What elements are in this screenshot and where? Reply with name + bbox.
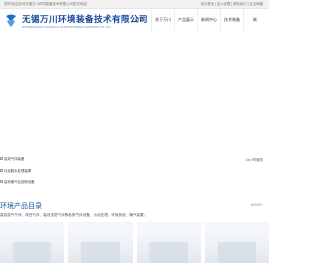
- top-bar: 您好!欢迎访问无锡万川环境装备技术有限公司官方网站! 设为首页 | 加入收藏 |…: [0, 0, 269, 9]
- category-label: 高效曝气及回转设备: [4, 180, 35, 184]
- product-card[interactable]: [136, 222, 201, 263]
- nav-contact[interactable]: 联: [243, 9, 266, 31]
- hero-banner: [0, 31, 269, 154]
- product-image: [204, 228, 269, 263]
- nav-home[interactable]: 首页: [128, 9, 151, 31]
- main-nav: 首页 关于万川 产品展示 新闻中心 技术装备 联: [128, 9, 266, 31]
- product-gallery: [0, 222, 269, 263]
- more-link[interactable]: MORE+: [251, 203, 263, 207]
- category-item[interactable]: 污泥脱水处理装置: [0, 168, 31, 174]
- category-item[interactable]: 高效曝气及回转设备: [0, 179, 35, 185]
- category-label: 高效气浮装备: [4, 157, 25, 161]
- category-item[interactable]: 高效气浮装备: [0, 156, 24, 162]
- products-section-desc: 高效溶气气浮、涡凹气浮、高效浅层气浮等各类气浮设备，污泥处理、环保系统、曝气装置…: [0, 213, 148, 217]
- nav-about[interactable]: 关于万川: [151, 9, 174, 31]
- product-image: [136, 228, 201, 263]
- service-hotline: 24小时服务: [245, 158, 263, 162]
- company-name-en: WUXIWANCHUAN TECHNICAL OF ENVIRONMENT EQ…: [22, 26, 111, 29]
- top-links[interactable]: 设为首页 | 加入收藏 | 联系我们 | 企业邮箱: [200, 1, 263, 6]
- bullet-icon: [0, 157, 3, 161]
- product-category-list: 高效气浮装备 24小时服务 污泥脱水处理装置 高效曝气及回转设备: [0, 154, 269, 190]
- product-image: [68, 228, 133, 263]
- bullet-icon: [0, 169, 3, 173]
- welcome-text: 您好!欢迎访问无锡万川环境装备技术有限公司官方网站!: [4, 2, 88, 6]
- product-card[interactable]: [0, 222, 65, 263]
- product-image: [0, 228, 65, 263]
- products-section-title: 环境产品目录: [0, 202, 42, 210]
- bullet-icon: [0, 180, 3, 184]
- nav-tech[interactable]: 技术装备: [220, 9, 243, 31]
- product-card[interactable]: [204, 222, 269, 263]
- company-logo-icon[interactable]: [4, 13, 18, 28]
- product-card[interactable]: [68, 222, 133, 263]
- nav-products[interactable]: 产品展示: [174, 9, 197, 31]
- category-label: 污泥脱水处理装置: [4, 169, 32, 173]
- nav-news[interactable]: 新闻中心: [197, 9, 220, 31]
